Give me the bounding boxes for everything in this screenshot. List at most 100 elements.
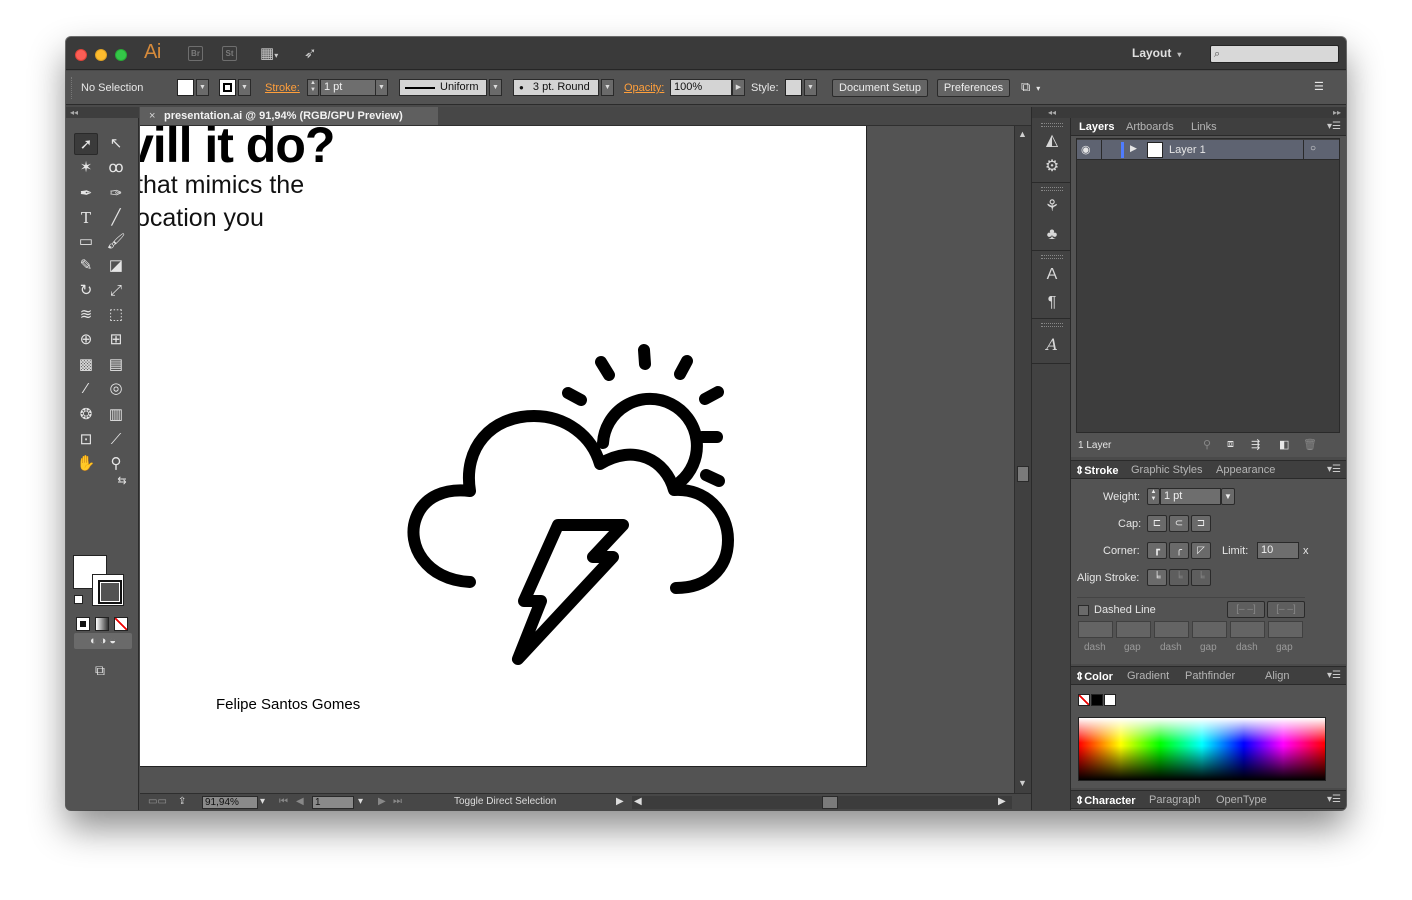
workspace-switcher[interactable]: Layout ▾ <box>1132 46 1181 60</box>
bevel-join-icon[interactable]: ◸ <box>1191 542 1211 559</box>
round-join-icon[interactable]: ╭ <box>1169 542 1189 559</box>
stroke-color-dropdown[interactable]: ▼ <box>238 79 251 96</box>
status-menu-icon[interactable]: ▶ <box>616 796 624 807</box>
pencil-tool-icon[interactable]: ✎ <box>74 255 98 277</box>
eraser-tool-icon[interactable]: ◪ <box>104 255 128 277</box>
weight-stepper[interactable]: ▲ ▼ <box>1147 488 1160 505</box>
previous-artboard-icon[interactable]: ◀ <box>296 796 304 807</box>
layer-name[interactable]: Layer 1 <box>1169 144 1206 156</box>
slice-tool-icon[interactable]: ⟋ <box>104 429 128 451</box>
stroke-label[interactable]: Stroke: <box>265 82 300 94</box>
profile-dropdown[interactable]: ▼ <box>489 79 502 96</box>
pen-tool-icon[interactable]: ✒ <box>74 183 98 205</box>
scroll-up-icon[interactable]: ▲ <box>1018 129 1027 139</box>
tab-character[interactable]: ⇕Character <box>1075 794 1136 807</box>
align-inside-icon[interactable]: ╘ <box>1169 569 1189 586</box>
stroke-color-swatch[interactable] <box>219 79 236 96</box>
locate-object-icon[interactable]: ⚲ <box>1203 438 1211 451</box>
canvas-area[interactable]: vill it do? that mimics the ocation you <box>140 126 1014 793</box>
rectangle-tool-icon[interactable]: ▭ <box>74 231 98 253</box>
character-styles-panel-icon[interactable]: A <box>1038 263 1066 287</box>
tab-gradient[interactable]: Gradient <box>1127 670 1169 682</box>
color-mode-icon[interactable] <box>76 617 90 631</box>
tools-collapse-icon[interactable]: ◂◂ <box>66 107 139 118</box>
expand-layer-icon[interactable]: ▶ <box>1130 143 1137 154</box>
graphic-style-swatch[interactable] <box>785 79 802 96</box>
target-circle-icon[interactable]: ○ <box>1310 143 1316 154</box>
scale-tool-icon[interactable]: ⤢ <box>104 280 128 302</box>
magic-wand-tool-icon[interactable]: ✶ <box>74 157 98 179</box>
artboard-body-line[interactable]: ocation you <box>140 204 264 233</box>
stock-button[interactable]: St <box>222 46 237 61</box>
horizontal-scrollbar[interactable]: ◀ ▶ <box>632 796 1012 809</box>
transparency-panel-icon[interactable]: ◭ <box>1038 129 1066 153</box>
tab-appearance[interactable]: Appearance <box>1216 464 1275 476</box>
column-graph-tool-icon[interactable]: ▥ <box>104 404 128 426</box>
variable-width-profile[interactable]: Uniform <box>399 79 487 96</box>
miter-join-icon[interactable]: ┏ <box>1147 542 1167 559</box>
opacity-slider-toggle[interactable]: ▶ <box>732 79 745 96</box>
width-tool-icon[interactable]: ≋ <box>74 304 98 326</box>
tab-color[interactable]: ⇕Color <box>1075 670 1113 683</box>
artboard-body-line[interactable]: that mimics the <box>140 171 304 200</box>
paragraph-styles-panel-icon[interactable]: ¶ <box>1038 291 1066 315</box>
limit-field[interactable]: 10 <box>1257 542 1299 559</box>
layer-row[interactable]: ◉ ▶ Layer 1 ○ <box>1077 140 1339 160</box>
dash-field[interactable] <box>1230 621 1265 638</box>
gap-field[interactable] <box>1192 621 1227 638</box>
panel-menu-icon[interactable]: ▾☰ <box>1327 794 1341 805</box>
gap-field[interactable] <box>1268 621 1303 638</box>
align-center-icon[interactable]: ╘ <box>1147 569 1167 586</box>
drawing-modes-icon[interactable]: ◐ ◑ ◒ <box>74 633 132 649</box>
tab-opentype[interactable]: OpenType <box>1216 794 1267 806</box>
weight-field[interactable]: 1 pt <box>1160 488 1221 505</box>
symbols-panel-icon[interactable]: ♣ <box>1038 223 1066 247</box>
next-artboard-icon[interactable]: ▶ <box>378 796 386 807</box>
vertical-scrollbar[interactable]: ▲ ▼ <box>1014 126 1031 793</box>
direct-selection-tool-icon[interactable]: ↖ <box>104 133 128 155</box>
dock-grip[interactable] <box>1041 123 1063 127</box>
align-outside-icon[interactable]: ╘ <box>1191 569 1211 586</box>
make-clipping-mask-icon[interactable]: ⧈ <box>1227 438 1234 451</box>
close-document-icon[interactable]: × <box>149 107 155 125</box>
stroke-swatch[interactable] <box>92 574 124 606</box>
tab-graphic-styles[interactable]: Graphic Styles <box>1131 464 1203 476</box>
tab-paragraph[interactable]: Paragraph <box>1149 794 1200 806</box>
delete-layer-icon[interactable]: 🗑 <box>1303 438 1317 451</box>
gradient-tool-icon[interactable]: ▤ <box>104 354 128 376</box>
stroke-weight-field[interactable]: 1 pt <box>320 79 376 96</box>
style-dropdown[interactable]: ▼ <box>804 79 817 96</box>
expand-panels-icon[interactable]: ▸▸ <box>1333 107 1341 118</box>
dash-field[interactable] <box>1078 621 1113 638</box>
preserve-dash-icon[interactable]: [‒ ‒] <box>1227 601 1265 618</box>
tab-stroke[interactable]: ⇕Stroke <box>1075 464 1118 477</box>
type-tool-icon[interactable]: T <box>74 207 98 229</box>
bridge-button[interactable]: Br <box>188 46 203 61</box>
dock-grip[interactable] <box>1041 187 1063 191</box>
black-swatch[interactable] <box>1091 694 1103 706</box>
screen-mode-icon[interactable]: ⧉ <box>88 659 112 681</box>
last-artboard-icon[interactable]: ⏭ <box>393 796 402 807</box>
new-layer-icon[interactable]: ◧ <box>1279 438 1289 451</box>
document-setup-button[interactable]: Document Setup <box>832 79 928 97</box>
search-input[interactable]: ⌕ <box>1210 45 1339 63</box>
minimize-window-button[interactable] <box>95 49 107 61</box>
dash-field[interactable] <box>1154 621 1189 638</box>
artboard-headline[interactable]: vill it do? <box>140 126 335 174</box>
projecting-cap-icon[interactable]: ⊐ <box>1191 515 1211 532</box>
tab-align[interactable]: Align <box>1265 670 1289 682</box>
zoom-window-button[interactable] <box>115 49 127 61</box>
arrange-documents-icon[interactable]: ▦▾ <box>260 44 278 62</box>
control-bar-menu-icon[interactable]: ☰ <box>1314 80 1324 93</box>
free-transform-tool-icon[interactable]: ⬚ <box>104 304 128 326</box>
control-bar-grip[interactable] <box>71 77 74 99</box>
fill-color-swatch[interactable] <box>177 79 194 96</box>
zoom-field[interactable]: 91,94% <box>202 796 258 809</box>
opacity-field[interactable]: 100% <box>670 79 732 96</box>
white-swatch[interactable] <box>1104 694 1116 706</box>
gap-field[interactable] <box>1116 621 1151 638</box>
weight-dropdown[interactable]: ▼ <box>1221 488 1235 505</box>
dock-grip[interactable] <box>1041 255 1063 259</box>
mesh-tool-icon[interactable]: ▩ <box>74 354 98 376</box>
curvature-tool-icon[interactable]: ✑ <box>104 183 128 205</box>
